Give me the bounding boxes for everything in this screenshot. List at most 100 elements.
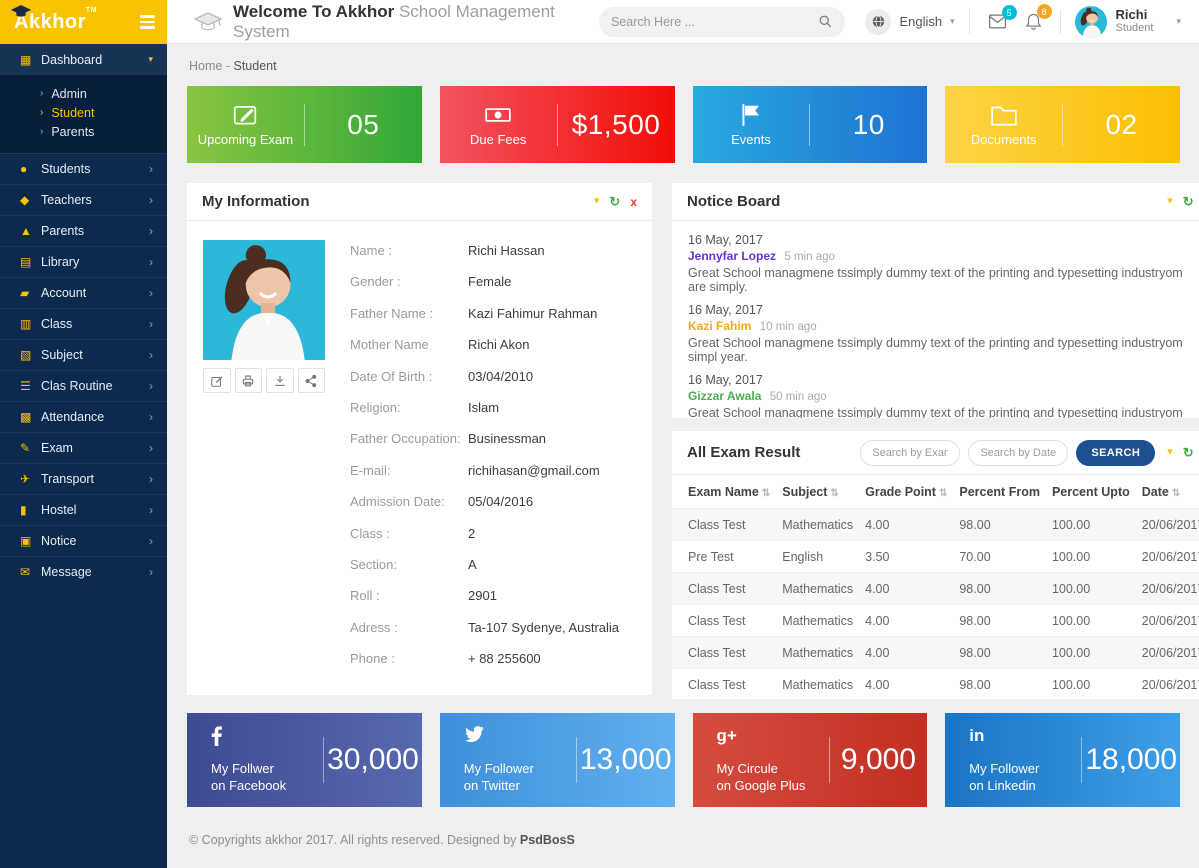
table-row[interactable]: Class Test Mathematics 4.00 98.00 100.00… bbox=[672, 605, 1199, 637]
column-header-subject[interactable]: Subject⇅ bbox=[776, 475, 859, 509]
refresh-icon[interactable]: ↻ bbox=[1183, 195, 1194, 208]
collapse-icon[interactable]: ▾ bbox=[594, 196, 600, 207]
chevron-right-icon: › bbox=[149, 193, 153, 207]
search-button[interactable]: SEARCH bbox=[1076, 440, 1155, 466]
column-header-percent-upto[interactable]: Percent Upto bbox=[1046, 475, 1136, 509]
sidebar-subitem-admin[interactable]: › Admin bbox=[0, 84, 167, 103]
user-name: Richi bbox=[1116, 8, 1154, 22]
sidebar-item-label: Hostel bbox=[41, 503, 76, 517]
sidebar-item-dashboard[interactable]: ▦ Dashboard ▾ bbox=[0, 44, 167, 75]
notice-item[interactable]: 16 May, 2017 Gizzar Awala 50 min ago Gre… bbox=[688, 373, 1199, 418]
stat-card-due-fees[interactable]: 0 Due Fees $1,500 bbox=[440, 86, 675, 163]
share-button[interactable] bbox=[298, 368, 326, 393]
sidebar-item-3[interactable]: ▤ Library › bbox=[0, 246, 167, 277]
refresh-icon[interactable]: ↻ bbox=[1183, 446, 1194, 459]
field-value: 2901 bbox=[468, 588, 497, 604]
notice-author[interactable]: Gizzar Awala bbox=[688, 389, 761, 403]
sidebar-item-13[interactable]: ✉ Message › bbox=[0, 556, 167, 587]
column-header-date[interactable]: Date⇅ bbox=[1136, 475, 1199, 509]
refresh-icon[interactable]: ↻ bbox=[609, 195, 620, 208]
breadcrumb-home[interactable]: Home bbox=[189, 59, 222, 73]
sidebar-item-11[interactable]: ▮ Hostel › bbox=[0, 494, 167, 525]
user-avatar bbox=[1075, 6, 1107, 38]
column-header-grade-point[interactable]: Grade Point⇅ bbox=[859, 475, 953, 509]
language-selector[interactable]: English ▾ bbox=[865, 9, 954, 35]
notice-author[interactable]: Jennyfar Lopez bbox=[688, 249, 776, 263]
sidebar-item-label: Class bbox=[41, 317, 72, 331]
sidebar-item-8[interactable]: ▩ Attendance › bbox=[0, 401, 167, 432]
sidebar-item-label: Parents bbox=[41, 224, 84, 238]
search-by-exam-input[interactable] bbox=[860, 440, 960, 466]
notice-date: 16 May, 2017 bbox=[688, 233, 1199, 247]
sidebar-subitem-student[interactable]: › Student bbox=[0, 103, 167, 122]
sidebar-item-icon: ▩ bbox=[20, 410, 41, 424]
sidebar-item-4[interactable]: ▰ Account › bbox=[0, 277, 167, 308]
sort-icon[interactable]: ⇅ bbox=[762, 488, 770, 499]
table-row[interactable]: Class Test Mathematics 4.00 98.00 100.00… bbox=[672, 509, 1199, 541]
notice-author[interactable]: Kazi Fahim bbox=[688, 319, 751, 333]
user-menu[interactable]: Richi Student ▾ bbox=[1075, 6, 1181, 38]
notice-date: 16 May, 2017 bbox=[688, 303, 1199, 317]
cell-percent-upto: 100.00 bbox=[1046, 509, 1136, 541]
linkedin-card[interactable]: in My Followeron Linkedin 18,000 bbox=[945, 713, 1180, 807]
cell-date: 20/06/2017 bbox=[1136, 573, 1199, 605]
cell-date: 20/06/2017 bbox=[1136, 605, 1199, 637]
close-icon[interactable]: x bbox=[630, 196, 637, 208]
sidebar-item-7[interactable]: ☰ Clas Routine › bbox=[0, 370, 167, 401]
googleplus-card[interactable]: g+ My Circuleon Google Plus 9,000 bbox=[693, 713, 928, 807]
sidebar-item-9[interactable]: ✎ Exam › bbox=[0, 432, 167, 463]
stat-card-events[interactable]: Events 10 bbox=[693, 86, 928, 163]
facebook-card[interactable]: My Follweron Facebook 30,000 bbox=[187, 713, 422, 807]
sidebar-item-label: Attendance bbox=[41, 410, 104, 424]
twitter-card[interactable]: My Followeron Twitter 13,000 bbox=[440, 713, 675, 807]
cell-date: 20/06/2017 bbox=[1136, 637, 1199, 669]
sidebar-item-5[interactable]: ▥ Class › bbox=[0, 308, 167, 339]
search-by-date-input[interactable] bbox=[968, 440, 1068, 466]
table-row[interactable]: Class Test Mathematics 4.00 98.00 100.00… bbox=[672, 573, 1199, 605]
sort-icon[interactable]: ⇅ bbox=[830, 488, 838, 499]
column-header-percent-from[interactable]: Percent From bbox=[953, 475, 1046, 509]
column-header-exam-name[interactable]: Exam Name⇅ bbox=[672, 475, 776, 509]
cell-percent-from: 98.00 bbox=[953, 669, 1046, 701]
table-row[interactable]: Class Test Mathematics 4.00 98.00 100.00… bbox=[672, 637, 1199, 669]
notifications-button[interactable]: 8 bbox=[1021, 8, 1046, 35]
sidebar-item-icon: ▤ bbox=[20, 255, 41, 269]
sidebar-item-1[interactable]: ◆ Teachers › bbox=[0, 184, 167, 215]
designer-link[interactable]: PsdBosS bbox=[520, 833, 575, 847]
sidebar-item-2[interactable]: ▲ Parents › bbox=[0, 215, 167, 246]
chevron-right-icon: › bbox=[149, 348, 153, 362]
messages-button[interactable]: 5 bbox=[984, 9, 1011, 34]
chevron-right-icon: › bbox=[149, 317, 153, 331]
cell-exam-name: Class Test bbox=[672, 509, 776, 541]
sort-icon[interactable]: ⇅ bbox=[939, 488, 947, 499]
table-row[interactable]: Pre Test English 3.50 70.00 100.00 20/06… bbox=[672, 541, 1199, 573]
info-field-row: Name : Richi Hassan bbox=[350, 243, 636, 259]
download-button[interactable] bbox=[266, 368, 294, 393]
logo-block[interactable]: AkkhorTM bbox=[0, 0, 167, 44]
collapse-icon[interactable]: ▾ bbox=[1167, 447, 1173, 458]
sidebar-item-12[interactable]: ▣ Notice › bbox=[0, 525, 167, 556]
hamburger-menu-icon[interactable] bbox=[140, 15, 155, 29]
stat-card-upcoming-exam[interactable]: Upcoming Exam 05 bbox=[187, 86, 422, 163]
sort-icon[interactable]: ⇅ bbox=[1172, 488, 1180, 499]
sidebar-item-10[interactable]: ✈ Transport › bbox=[0, 463, 167, 494]
table-row[interactable]: Class Test Mathematics 4.00 98.00 100.00… bbox=[672, 669, 1199, 701]
stat-card-documents[interactable]: Documents 02 bbox=[945, 86, 1180, 163]
sidebar-item-6[interactable]: ▧ Subject › bbox=[0, 339, 167, 370]
notice-item[interactable]: 16 May, 2017 Kazi Fahim 10 min ago Great… bbox=[688, 303, 1199, 364]
photo-actions bbox=[203, 368, 325, 393]
edit-button[interactable] bbox=[203, 368, 231, 393]
sidebar-subitem-label: Student bbox=[51, 106, 94, 120]
cell-subject: Mathematics bbox=[776, 573, 859, 605]
chevron-right-icon: › bbox=[149, 410, 153, 424]
sidebar-item-0[interactable]: ● Students › bbox=[0, 153, 167, 184]
language-label: English bbox=[899, 14, 942, 29]
search-input[interactable] bbox=[611, 15, 819, 29]
collapse-icon[interactable]: ▾ bbox=[1167, 196, 1173, 207]
field-label: Class : bbox=[350, 526, 468, 542]
search-icon[interactable] bbox=[818, 14, 833, 29]
cell-percent-from: 98.00 bbox=[953, 509, 1046, 541]
sidebar-subitem-parents[interactable]: › Parents bbox=[0, 122, 167, 141]
notice-item[interactable]: 16 May, 2017 Jennyfar Lopez 5 min ago Gr… bbox=[688, 233, 1199, 294]
print-button[interactable] bbox=[235, 368, 263, 393]
